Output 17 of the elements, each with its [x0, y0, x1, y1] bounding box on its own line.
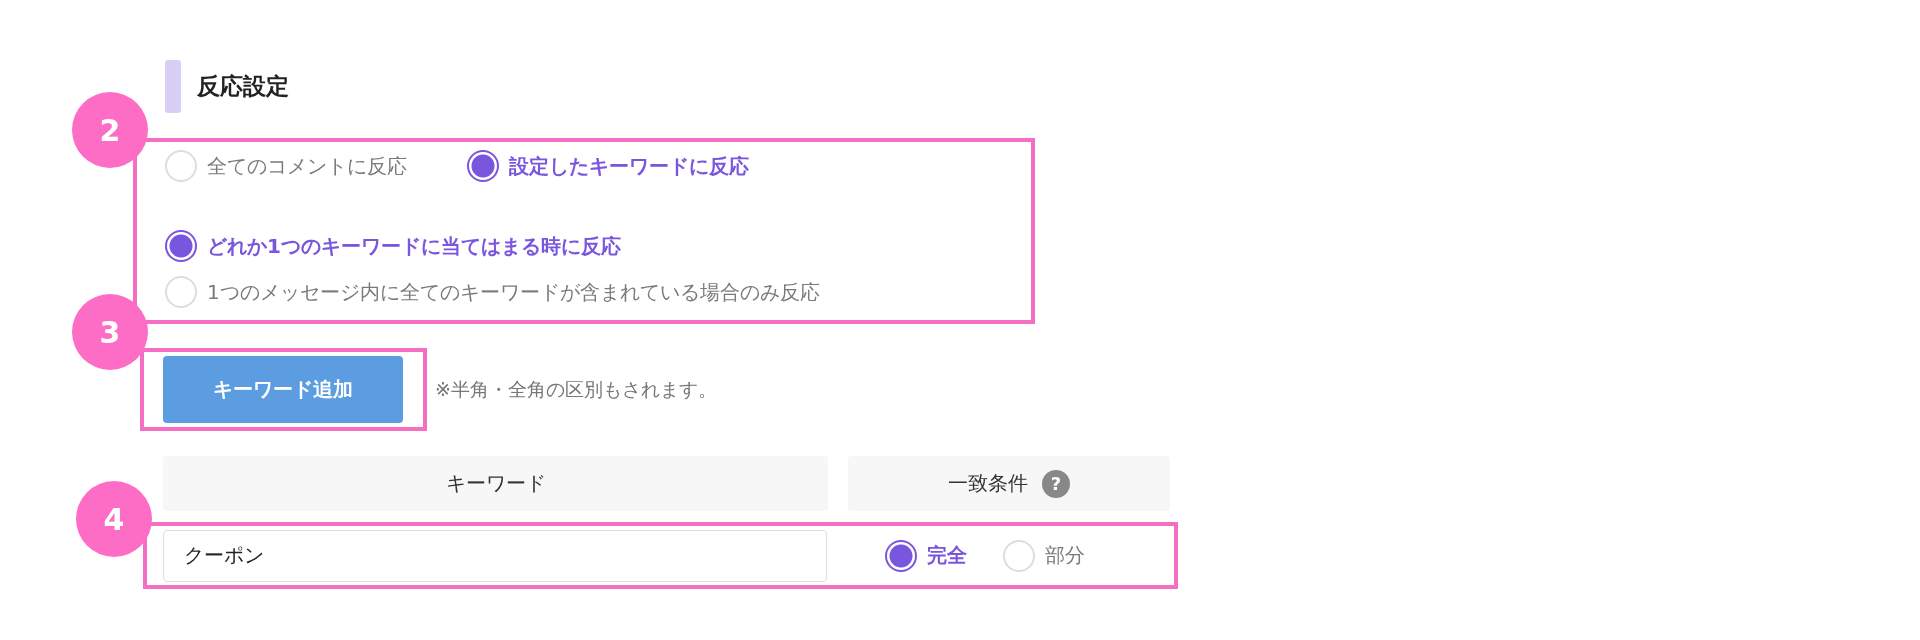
radio-option[interactable]: 全てのコメントに反応: [165, 150, 407, 182]
radio-option[interactable]: どれか1つのキーワードに当てはまる時に反応: [165, 230, 1031, 262]
step-badge: 4: [76, 481, 152, 557]
column-header: 一致条件: [948, 470, 1028, 497]
radio-option[interactable]: 設定したキーワードに反応: [467, 150, 749, 182]
heading-accent-bar: [165, 60, 181, 113]
help-icon[interactable]: ?: [1042, 469, 1070, 498]
column-header: キーワード: [445, 470, 546, 497]
section-heading: 反応設定: [197, 72, 289, 101]
add-keyword-button[interactable]: キーワード追加: [163, 356, 403, 423]
note-text: ※半角・全角の区別もされます。: [435, 376, 717, 402]
step-badge: 3: [72, 294, 148, 370]
radio-option[interactable]: 部分: [1003, 539, 1085, 572]
radio-option[interactable]: 完全: [885, 539, 967, 572]
radio-option[interactable]: 1つのメッセージ内に全てのキーワードが含まれている場合のみ反応: [165, 276, 1031, 308]
keyword-input[interactable]: クーポン: [163, 529, 827, 582]
step-badge: 2: [72, 92, 148, 168]
